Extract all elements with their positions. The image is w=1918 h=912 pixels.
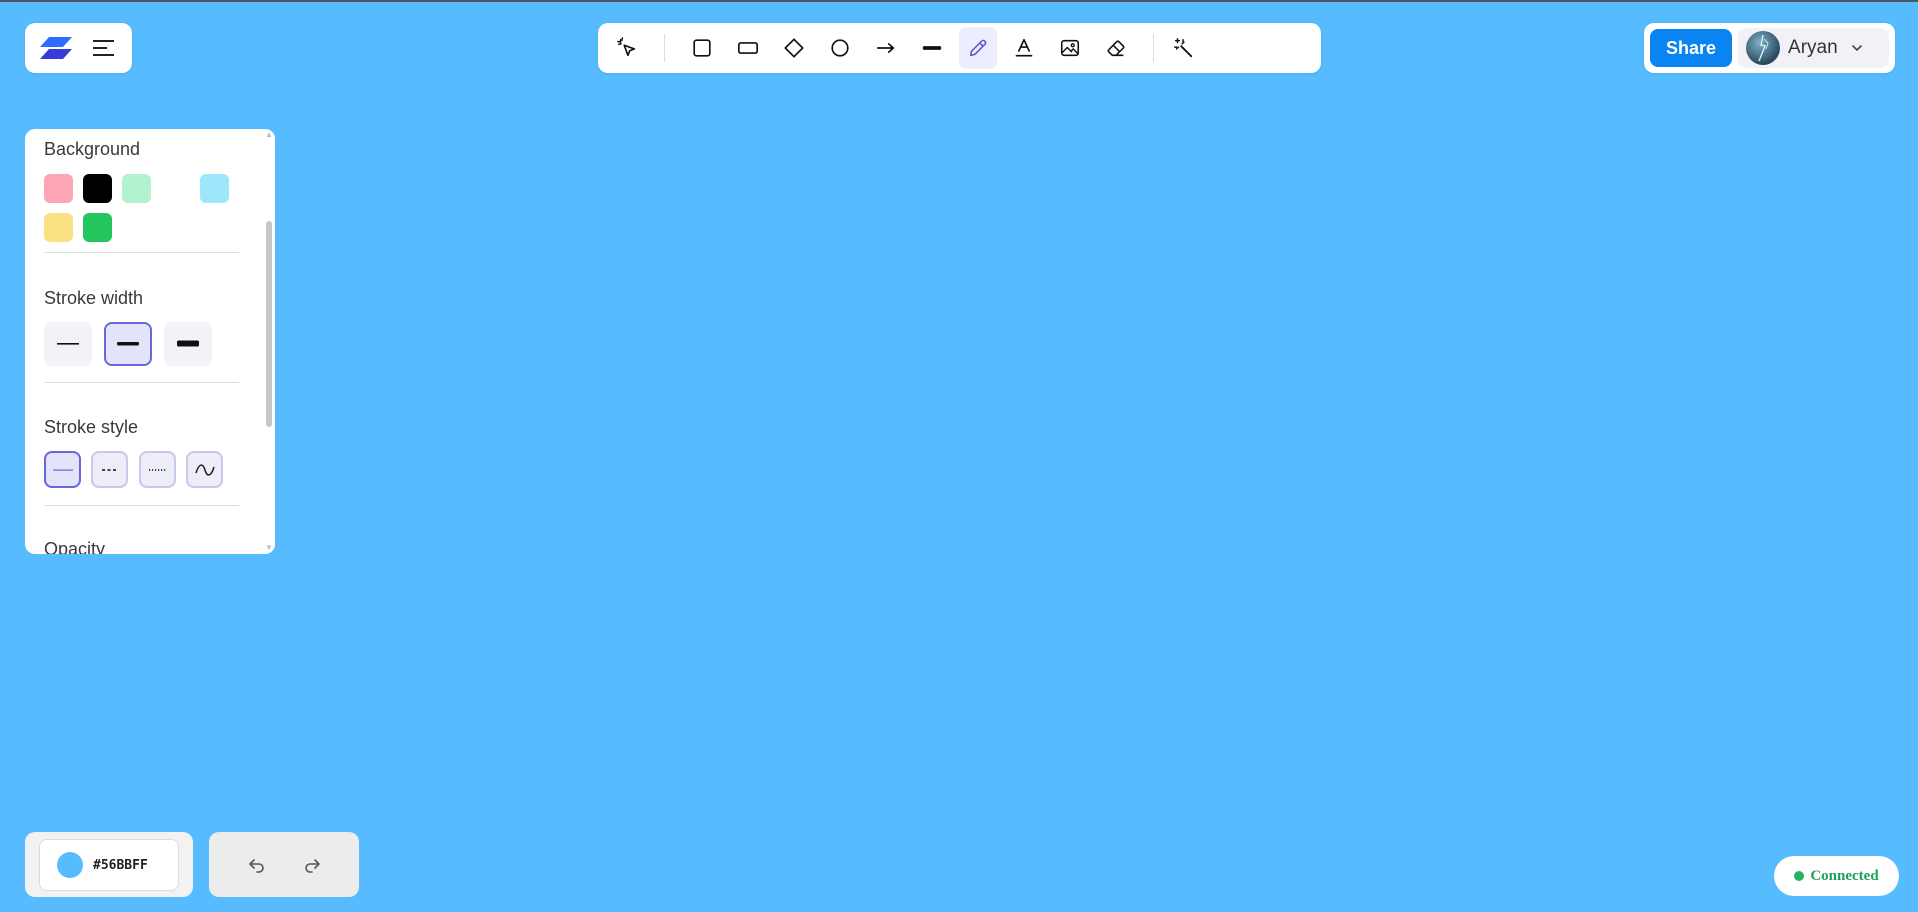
thick-line-icon — [177, 340, 199, 347]
background-swatch-mint[interactable] — [122, 174, 151, 203]
stroke-width-label: Stroke width — [44, 288, 144, 308]
history-controls — [209, 832, 359, 897]
stroke-style-solid-button[interactable] — [44, 451, 81, 488]
current-color-hex: #56BBFF — [93, 857, 148, 873]
background-swatch-pink[interactable] — [44, 174, 73, 203]
section-divider — [44, 382, 239, 383]
select-tool-button[interactable] — [608, 27, 646, 69]
scroll-up-icon[interactable]: ▲ — [265, 131, 273, 139]
circle-icon — [831, 39, 849, 57]
background-swatch-white[interactable] — [161, 174, 190, 203]
wave-line-icon — [194, 463, 215, 476]
stroke-style-sloppy-button[interactable] — [186, 451, 223, 488]
section-divider — [44, 252, 239, 253]
share-user-bar: Share Aryan — [1644, 23, 1895, 73]
chevron-down-icon — [1851, 45, 1862, 52]
share-button[interactable]: Share — [1650, 29, 1733, 67]
image-icon — [1060, 39, 1080, 57]
rectangle-icon — [738, 42, 758, 54]
opacity-label: Opacity — [44, 539, 106, 554]
background-swatch-cyan[interactable] — [200, 174, 229, 203]
redo-button[interactable] — [292, 845, 332, 885]
undo-button[interactable] — [237, 845, 277, 885]
panel-scrollbar[interactable]: ▲ ▼ — [263, 129, 275, 554]
pencil-icon — [969, 39, 987, 57]
arrow-tool-button[interactable] — [867, 27, 905, 69]
diamond-tool-button[interactable] — [775, 27, 813, 69]
solid-line-icon — [52, 469, 73, 471]
brand-bar — [25, 23, 132, 73]
toolbar-divider — [1153, 34, 1154, 62]
cursor-sparkle-icon — [617, 37, 636, 57]
pencil-tool-button[interactable] — [959, 27, 997, 69]
status-dot-icon — [1794, 871, 1805, 881]
stroke-width-thin-button[interactable] — [44, 322, 92, 366]
rectangle-tool-button[interactable] — [683, 27, 721, 69]
section-divider — [44, 505, 239, 506]
avatar — [1746, 31, 1781, 65]
redo-icon — [304, 858, 320, 873]
dotted-line-icon — [148, 468, 167, 471]
connection-status-text: Connected — [1810, 867, 1879, 884]
undo-icon — [248, 858, 264, 873]
tool-toolbar — [598, 23, 1321, 73]
stroke-width-medium-button[interactable] — [104, 322, 152, 366]
eraser-tool-button[interactable] — [1097, 27, 1135, 69]
wide-rectangle-tool-button[interactable] — [729, 27, 767, 69]
stroke-style-dashed-button[interactable] — [91, 451, 128, 488]
dashed-line-icon — [101, 468, 118, 471]
toolbar-divider — [664, 34, 665, 62]
diamond-icon — [784, 38, 804, 58]
stroke-style-dotted-button[interactable] — [139, 451, 176, 488]
image-tool-button[interactable] — [1051, 27, 1089, 69]
user-menu[interactable]: Aryan — [1738, 28, 1889, 68]
medium-line-icon — [117, 342, 139, 346]
arrow-right-icon — [876, 43, 895, 53]
properties-panel: Background Stroke width Stroke style Opa… — [25, 129, 275, 554]
stroke-width-thick-button[interactable] — [164, 322, 212, 366]
background-label: Background — [44, 139, 141, 159]
ellipse-tool-button[interactable] — [821, 27, 859, 69]
magic-tool-button[interactable] — [1164, 27, 1202, 69]
magic-wand-icon — [1174, 38, 1193, 58]
line-tool-button[interactable] — [913, 27, 951, 69]
eraser-icon — [1107, 40, 1125, 57]
text-tool-button[interactable] — [1005, 27, 1043, 69]
current-color-button[interactable]: #56BBFF — [39, 839, 179, 891]
background-swatch-green[interactable] — [83, 213, 112, 242]
line-icon — [922, 46, 942, 50]
thin-line-icon — [57, 343, 79, 345]
stroke-style-label: Stroke style — [44, 417, 139, 437]
scroll-thumb[interactable] — [266, 221, 272, 427]
user-name: Aryan — [1788, 37, 1838, 58]
hamburger-menu-icon[interactable] — [90, 34, 118, 62]
background-swatch-yellow[interactable] — [44, 213, 73, 242]
background-swatch-black[interactable] — [83, 174, 112, 203]
scroll-down-icon[interactable]: ▼ — [265, 544, 273, 552]
text-icon — [1015, 38, 1033, 57]
app-logo-icon — [38, 35, 74, 61]
connection-status-badge: Connected — [1774, 856, 1899, 896]
color-picker-box: #56BBFF — [25, 832, 193, 897]
current-color-swatch — [57, 852, 83, 878]
square-icon — [693, 39, 711, 57]
